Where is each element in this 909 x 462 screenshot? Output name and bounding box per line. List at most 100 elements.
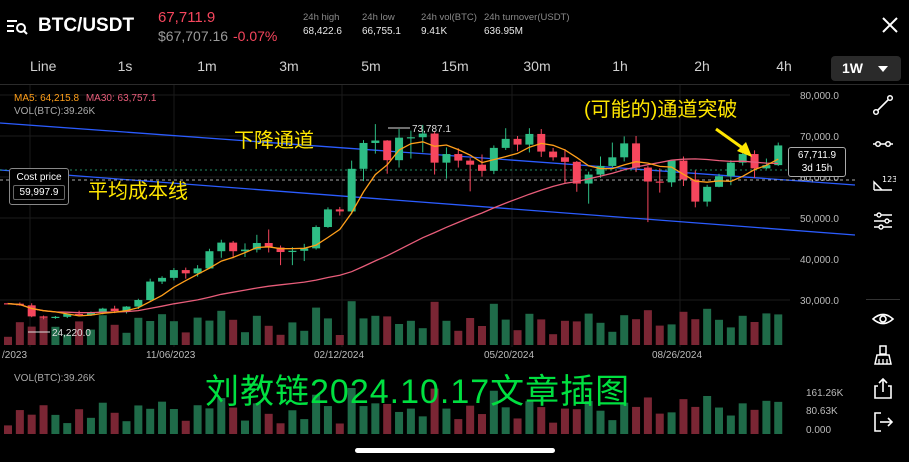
volume-bar: [395, 411, 404, 434]
ma-legend: MA5: 64,215.8 MA30: 63,757.1: [14, 93, 156, 104]
cost-price-label: Cost price: [16, 172, 62, 183]
indicator-settings-icon[interactable]: [870, 208, 896, 234]
volume-overlay-bar: [679, 311, 688, 345]
volume-overlay-bar: [667, 324, 676, 345]
caret-down-icon: [878, 66, 888, 72]
stat-label: 24h turnover(USDT): [484, 12, 570, 23]
eye-icon[interactable]: [870, 306, 896, 332]
volume-overlay-bar: [655, 325, 664, 345]
volume-overlay-bar: [300, 330, 309, 345]
candle-body: [691, 179, 700, 202]
stat-24h-high: 24h high 68,422.6: [303, 12, 342, 37]
volume-bar: [288, 410, 297, 434]
candle-body: [703, 186, 712, 202]
brush-icon[interactable]: [870, 342, 896, 368]
candle-body: [560, 157, 569, 162]
interval-30m[interactable]: 30m: [522, 58, 552, 74]
volume-bar: [181, 420, 190, 434]
interval-2h[interactable]: 2h: [689, 58, 715, 74]
candlestick-chart[interactable]: 80,000.070,000.060,000.050,000.040,000.0…: [0, 85, 855, 363]
volume-overlay-bar: [466, 318, 475, 345]
stat-24h-turnover: 24h turnover(USDT) 636.95M: [484, 12, 570, 37]
candle-body: [323, 209, 332, 228]
candle-body: [525, 133, 534, 145]
stat-24h-low: 24h low 66,755.1: [362, 12, 401, 37]
interval-1s[interactable]: 1s: [112, 58, 138, 74]
volume-overlay-bar: [430, 301, 439, 345]
volume-overlay-bar: [193, 317, 202, 345]
candle-body: [442, 154, 451, 163]
volume-overlay-bar: [110, 324, 119, 345]
volume-bar: [513, 418, 522, 434]
candle-body: [655, 181, 664, 183]
interval-3m[interactable]: 3m: [276, 58, 302, 74]
volume-overlay-bar: [537, 319, 546, 345]
price-tick-label: 40,000.0: [800, 255, 839, 266]
volume-overlay-bar: [181, 332, 190, 345]
volume-bar: [703, 395, 712, 434]
volume-bar: [655, 413, 664, 434]
stat-24h-vol: 24h vol(BTC) 9.41K: [421, 12, 477, 37]
volume-overlay-bar: [501, 319, 510, 345]
volume-bar: [549, 422, 558, 434]
price-tick-label: 50,000.0: [800, 214, 839, 225]
candle-body: [335, 209, 344, 212]
volume-overlay-bar: [478, 326, 486, 345]
price-scale-icon[interactable]: 123: [870, 169, 897, 195]
candle-body: [596, 165, 605, 175]
interval-selector-1w[interactable]: 1W: [831, 56, 901, 81]
volume-overlay-bar: [39, 317, 48, 345]
interval-4h[interactable]: 4h: [771, 58, 797, 74]
volume-overlay-bar: [620, 315, 629, 345]
stat-value: 68,422.6: [303, 26, 342, 37]
svg-text:123: 123: [882, 175, 896, 184]
candle-body: [774, 145, 783, 166]
volume-overlay-bar: [643, 310, 652, 345]
toolbar-divider: [866, 299, 900, 300]
volume-overlay-bar: [312, 307, 321, 345]
volume-overlay-bar: [513, 330, 522, 345]
volume-overlay-bar: [406, 320, 415, 345]
interval-5m[interactable]: 5m: [358, 58, 384, 74]
volume-bar: [679, 399, 688, 434]
volume-overlay-bar: [347, 301, 356, 345]
volume-bar: [276, 423, 285, 434]
share-icon[interactable]: [870, 376, 896, 402]
volume-overlay-bar: [596, 322, 605, 345]
interval-1m[interactable]: 1m: [194, 58, 220, 74]
volume-overlay-bar: [98, 315, 107, 345]
interval-1h[interactable]: 1h: [607, 58, 633, 74]
usd-price: $67,707.16: [158, 28, 229, 44]
close-icon[interactable]: [879, 14, 901, 36]
volume-bar: [478, 414, 486, 434]
price-tick-label: 30,000.0: [800, 296, 839, 307]
low-marker: 24,220.0: [28, 328, 91, 339]
volume-overlay-bar: [27, 326, 36, 345]
candle-body: [608, 157, 617, 166]
volume-bar: [632, 406, 641, 434]
volume-overlay-bar: [205, 320, 214, 345]
price-tick-label: 70,000.0: [800, 132, 839, 143]
volume-overlay-bar: [632, 319, 641, 345]
trend-line-icon[interactable]: [870, 92, 896, 118]
home-indicator[interactable]: [355, 448, 555, 453]
exit-icon[interactable]: [870, 409, 896, 435]
interval-15m[interactable]: 15m: [440, 58, 470, 74]
volume-bar: [454, 419, 463, 434]
volume-bar: [75, 409, 84, 434]
cost-price-box[interactable]: Cost price 59,997.9: [9, 168, 69, 205]
volume-bar: [110, 412, 119, 434]
price-tick-label: 80,000.0: [800, 91, 839, 102]
horizontal-line-icon[interactable]: [870, 131, 896, 157]
date-tick-label: 05/20/2024: [484, 350, 534, 361]
volume-overlay-bar: [158, 314, 167, 345]
trading-pair[interactable]: BTC/USDT: [38, 15, 134, 37]
interval-line[interactable]: Line: [30, 58, 56, 74]
volume-overlay-bar: [549, 334, 558, 345]
low-marker-label: 24,220.0: [52, 328, 91, 339]
stat-label: 24h vol(BTC): [421, 12, 477, 23]
menu-search-icon[interactable]: [6, 17, 30, 37]
candle-body: [146, 281, 155, 300]
volume-overlay-bar: [217, 310, 226, 345]
volume-overlay-bar: [359, 318, 368, 345]
